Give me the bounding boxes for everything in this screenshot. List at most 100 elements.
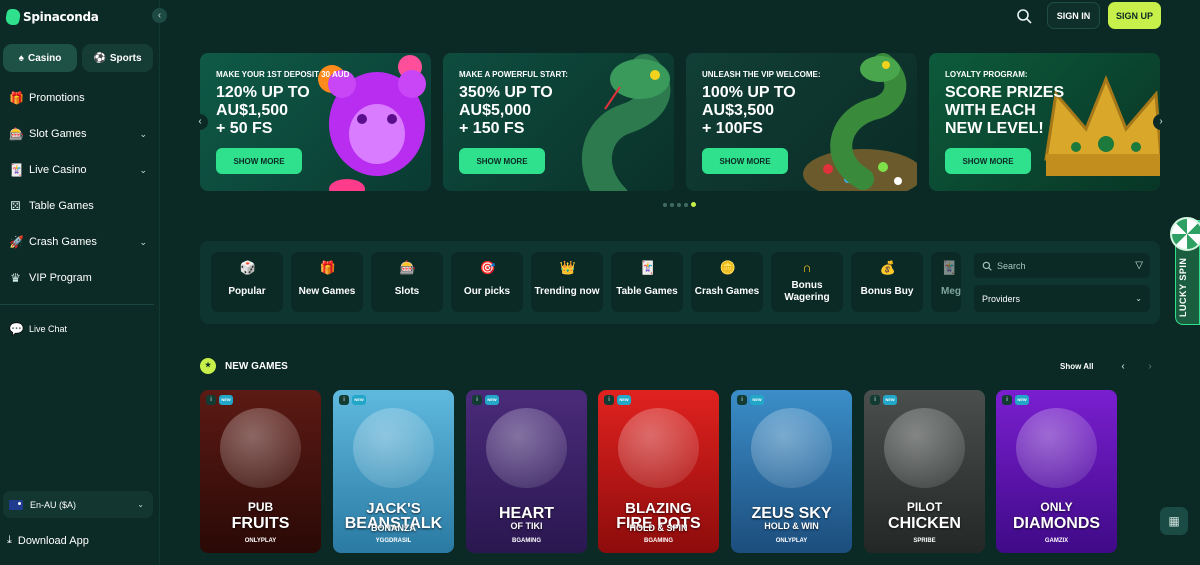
filter-icon[interactable]: ▽ (1135, 260, 1143, 271)
search-button[interactable] (1009, 3, 1039, 29)
carousel-dot[interactable] (684, 202, 688, 207)
show-more-button[interactable]: SHOW MORE (216, 148, 302, 174)
show-more-button[interactable]: SHOW MORE (945, 148, 1031, 174)
chevron-down-icon: ⌄ (139, 128, 147, 139)
category-our-picks[interactable]: 🎯 Our picks (451, 252, 523, 312)
new-tag: NEW (750, 395, 764, 405)
floating-action-button[interactable]: ▦ (1160, 507, 1188, 535)
show-all-link[interactable]: Show All (1060, 362, 1093, 371)
category-crash-games[interactable]: 🪙 Crash Games (691, 252, 763, 312)
promo-banner[interactable]: MAKE YOUR 1ST DEPOSIT 30 AUD 120% UP TO … (200, 53, 431, 191)
category-table-games[interactable]: 🃏 Table Games (611, 252, 683, 312)
carousel-dot[interactable] (663, 202, 667, 207)
sign-in-button[interactable]: SIGN IN (1047, 2, 1100, 29)
info-icon[interactable]: i (339, 395, 349, 405)
carousel-dot-active[interactable] (691, 202, 696, 207)
cards-icon: 🃏 (941, 260, 958, 275)
game-title-line2: FRUITS (231, 515, 290, 532)
carousel-prev-button[interactable]: ‹ (192, 114, 208, 130)
info-icon[interactable]: i (604, 395, 614, 405)
sidebar-item-label: Promotions (29, 92, 85, 104)
sidebar-divider (0, 304, 154, 305)
soccer-ball-icon: ⚽ (93, 52, 106, 64)
game-card[interactable]: i NEW BLAZING FIRE POTS HOLD & SPIN BGAMING (598, 390, 719, 553)
tab-sports-label: Sports (109, 52, 142, 64)
game-provider: GAMZIX (1044, 538, 1069, 544)
sidebar-item-label: VIP Program (29, 272, 92, 284)
new-tag: NEW (219, 395, 233, 405)
banner-headline: 350% UP TO AU$5,000 + 150 FS (459, 84, 553, 137)
category-label: New Games (298, 286, 356, 297)
tab-casino[interactable]: ♠ Casino (3, 44, 77, 72)
gift-icon: 🎁 (9, 90, 24, 105)
sidebar-item-live-casino[interactable]: 🃏 Live Casino ⌄ (0, 153, 160, 187)
carousel-dot[interactable] (677, 202, 681, 207)
new-games-header: ★ NEW GAMES (200, 358, 288, 374)
sidebar-item-promotions[interactable]: 🎁 Promotions (0, 81, 160, 115)
tab-sports[interactable]: ⚽ Sports (82, 44, 153, 72)
collapse-sidebar-button[interactable]: ‹ (152, 8, 167, 23)
category-slots[interactable]: 🎰 Slots (371, 252, 443, 312)
logo[interactable]: Spinaconda (4, 6, 99, 28)
new-badge-icon: ★ (200, 358, 216, 374)
carousel-dot[interactable] (670, 202, 674, 207)
category-partial[interactable]: 🃏 Meg (931, 252, 961, 312)
info-icon[interactable]: i (206, 395, 216, 405)
sidebar-item-label: Live Chat (29, 324, 68, 334)
game-card[interactable]: i NEW ZEUS SKY HOLD & WIN ONLYPLAY (731, 390, 852, 553)
tab-casino-label: Casino (27, 52, 62, 64)
sign-up-button[interactable]: SIGN UP (1108, 2, 1161, 29)
sidebar-item-vip-program[interactable]: ♛ VIP Program (0, 261, 160, 295)
category-bonus-wagering[interactable]: ∩ Bonus Wagering (771, 252, 843, 312)
logo-text: Spinaconda (23, 10, 99, 24)
category-bonus-buy[interactable]: 💰 Bonus Buy (851, 252, 923, 312)
info-icon[interactable]: i (472, 395, 482, 405)
sidebar-item-live-chat[interactable]: 💬 Live Chat (0, 312, 160, 346)
game-card[interactable]: i NEW HEART OF TIKI BGAMING (466, 390, 587, 553)
game-artwork (618, 408, 699, 488)
banner-headline: 100% UP TO AU$3,500 + 100FS (702, 84, 796, 137)
sidebar-item-crash-games[interactable]: 🚀 Crash Games ⌄ (0, 225, 160, 259)
category-trending-now[interactable]: 👑 Trending now (531, 252, 603, 312)
slot-machine-icon: 🎰 (399, 260, 416, 275)
banner-kicker: LOYALTY PROGRAM: (945, 70, 1028, 79)
info-icon[interactable]: i (1002, 395, 1012, 405)
category-new-games[interactable]: 🎁 New Games (291, 252, 363, 312)
category-label: Popular (228, 286, 266, 297)
game-artwork (1016, 408, 1097, 488)
search-icon (1017, 8, 1032, 24)
show-more-button[interactable]: SHOW MORE (702, 148, 788, 174)
game-card[interactable]: i NEW PUB FRUITS ONLYPLAY (200, 390, 321, 553)
game-card[interactable]: i NEW JACK'S BEANSTALK BONANZA YGGDRASIL (333, 390, 454, 553)
lucky-spin-widget[interactable]: LUCKY SPIN (1170, 217, 1200, 325)
new-tag: NEW (617, 395, 631, 405)
chevron-down-icon: ⌄ (139, 164, 147, 175)
header-actions: SIGN IN SIGN UP (1009, 2, 1161, 29)
promo-banner[interactable]: MAKE A POWERFUL START: 350% UP TO AU$5,0… (443, 53, 674, 191)
game-card[interactable]: i NEW PILOT CHICKEN SPRIBE (864, 390, 985, 553)
games-next-button[interactable]: › (1142, 359, 1158, 375)
game-title-line1: PUB (247, 500, 274, 514)
providers-select[interactable]: Providers ⌄ (974, 285, 1150, 312)
info-icon[interactable]: i (870, 395, 880, 405)
carousel-next-button[interactable]: › (1153, 114, 1169, 130)
promo-banner[interactable]: LOYALTY PROGRAM: SCORE PRIZES WITH EACH … (929, 53, 1160, 191)
cards-icon: 🃏 (9, 162, 24, 177)
promo-banner[interactable]: UNLEASH THE VIP WELCOME: 100% UP TO AU$3… (686, 53, 917, 191)
game-subtitle: HOLD & SPIN (629, 523, 688, 533)
download-app-link[interactable]: ⤓ Download App (7, 534, 89, 547)
crown-icon: 👑 (559, 260, 576, 275)
game-search-input[interactable]: Search ▽ (974, 253, 1150, 278)
language-label: En-AU ($A) (30, 499, 77, 510)
sidebar-item-slot-games[interactable]: 🎰 Slot Games ⌄ (0, 117, 160, 151)
games-prev-button[interactable]: ‹ (1115, 359, 1131, 375)
info-icon[interactable]: i (737, 395, 747, 405)
language-selector[interactable]: En-AU ($A) ⌄ (3, 491, 153, 518)
game-title-line1: PILOT (906, 500, 943, 514)
show-more-button[interactable]: SHOW MORE (459, 148, 545, 174)
game-title-line2: CHICKEN (888, 515, 961, 532)
game-card[interactable]: i NEW ONLY DIAMONDS GAMZIX (996, 390, 1117, 553)
category-popular[interactable]: 🎲 Popular (211, 252, 283, 312)
section-title: NEW GAMES (225, 360, 288, 372)
sidebar-item-table-games[interactable]: ⚄ Table Games (0, 189, 160, 223)
